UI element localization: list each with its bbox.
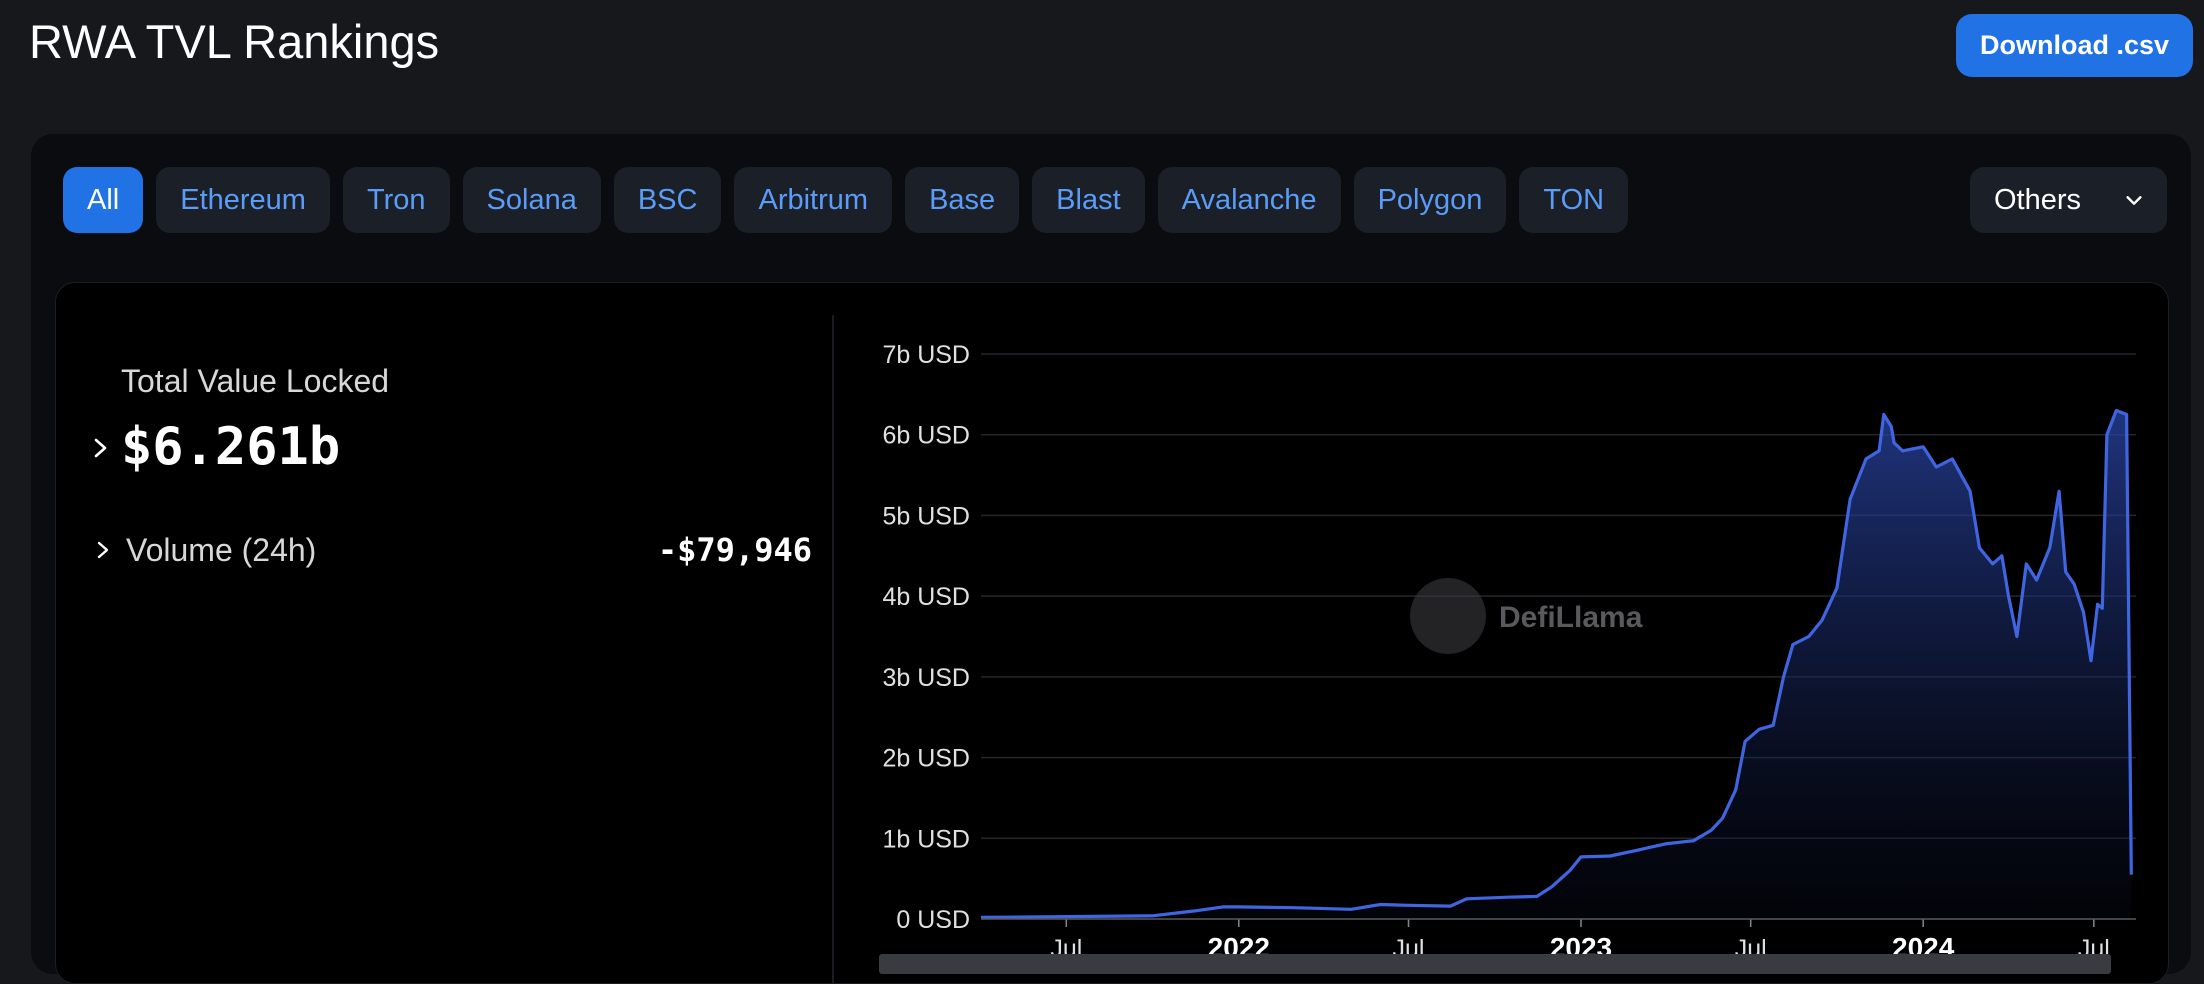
page-title: RWA TVL Rankings	[29, 15, 440, 68]
y-tick-label: 5b USD	[882, 502, 970, 530]
chart-range-slider[interactable]	[879, 954, 2111, 974]
chain-tab-polygon[interactable]: Polygon	[1353, 167, 1507, 233]
watermark-text: DefiLlama	[1499, 601, 1643, 634]
y-tick-label: 2b USD	[882, 745, 970, 773]
chain-tab-solana[interactable]: Solana	[462, 167, 601, 233]
y-tick-label: 3b USD	[882, 664, 970, 692]
y-tick-label: 6b USD	[882, 422, 970, 450]
chevron-down-icon	[2126, 196, 2142, 205]
y-tick-label: 4b USD	[882, 583, 970, 611]
chain-filter-bar: All Ethereum Tron Solana BSC Arbitrum Ba…	[63, 167, 1629, 233]
chain-tab-base[interactable]: Base	[905, 167, 1020, 233]
chain-tab-ton[interactable]: TON	[1519, 167, 1629, 233]
chain-tab-ethereum[interactable]: Ethereum	[156, 167, 330, 233]
defillama-watermark: DefiLlama	[1410, 578, 1643, 654]
chain-tab-bsc[interactable]: BSC	[613, 167, 722, 233]
y-tick-label: 0 USD	[896, 906, 970, 934]
tvl-chart: DefiLlama 0 USD 1b USD 2b USD 3b USD 4b USD 5…	[56, 283, 2168, 983]
download-csv-button[interactable]: Download .csv	[1956, 14, 2193, 77]
y-tick-label: 7b USD	[882, 341, 970, 369]
tvl-chart-svg: DefiLlama 0 USD 1b USD 2b USD 3b USD 4b USD 5…	[879, 341, 2136, 974]
chain-tab-arbitrum[interactable]: Arbitrum	[734, 167, 893, 233]
chain-tab-blast[interactable]: Blast	[1032, 167, 1145, 233]
others-label: Others	[1994, 183, 2082, 216]
others-dropdown[interactable]: Others	[1970, 167, 2167, 233]
tvl-chart-card: Total Value Locked $6.261b Volume (24h) …	[55, 282, 2169, 984]
chain-tab-all[interactable]: All	[63, 167, 144, 233]
chain-tab-tron[interactable]: Tron	[342, 167, 450, 233]
rankings-panel: All Ethereum Tron Solana BSC Arbitrum Ba…	[31, 134, 2191, 984]
tvl-area	[981, 410, 2132, 919]
chain-tab-avalanche[interactable]: Avalanche	[1157, 167, 1341, 233]
llama-logo-icon	[1410, 578, 1486, 654]
y-tick-label: 1b USD	[882, 825, 970, 853]
